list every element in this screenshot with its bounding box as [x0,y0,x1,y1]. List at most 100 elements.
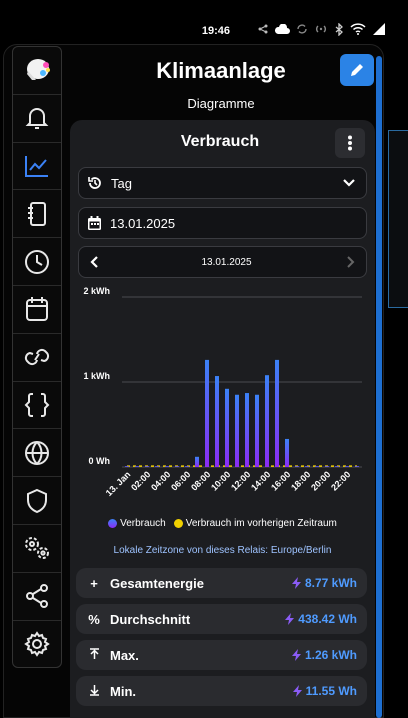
x-tick-label: 20:00 [309,469,332,492]
chevron-left-icon[interactable] [89,255,101,269]
x-tick-label: 22:00 [329,469,352,492]
bar [145,466,149,467]
bolt-icon [291,577,301,589]
page-header: Klimaanlage Diagramme [62,46,380,116]
sidebar-item-security[interactable] [13,477,61,525]
x-tick-label: 10:00 [209,469,232,492]
sidebar-item-share[interactable] [13,573,61,621]
x-tick-label: 18:00 [289,469,312,492]
consumption-chart: 2 kWh 1 kWh 0 Wh 13. Jan02:0004:0006:0008:0… [83,286,362,498]
legend-label-current: Verbrauch [120,518,166,529]
sidebar-item-schedule[interactable] [13,238,61,286]
stat-min: Min. 11.55 Wh [76,676,367,706]
bolt-icon [291,649,301,661]
sync-icon [297,24,307,34]
scrollbar[interactable] [376,56,382,718]
x-tick-label: 04:00 [149,469,172,492]
bar [155,466,159,467]
page-subtitle: Diagramme [187,96,255,111]
x-tick-label: 16:00 [269,469,292,492]
bar [265,375,269,467]
status-icons [258,22,386,36]
date-navigator: 13.01.2025 [78,246,367,278]
timezone-note: Lokale Zeitzone von dieses Relais: Europ… [113,545,332,556]
calendar-icon [88,215,101,230]
bar [335,466,339,467]
legend-item-previous[interactable]: Verbrauch im vorherigen Zeitraum [173,518,337,529]
cloud-icon [275,23,290,34]
stat-label: Max. [110,647,139,663]
sidebar [12,46,62,668]
bar [185,466,189,467]
wifi-icon [350,23,366,35]
nfc-icon [316,25,326,33]
bar [215,376,219,467]
stat-label: Gesamtenergie [110,575,204,591]
status-bar: 19:46 [0,0,408,44]
y-tick-label: 1 kWh [83,371,110,381]
sidebar-item-calendar[interactable] [13,286,61,334]
x-tick-label: 08:00 [189,469,212,492]
bar [315,466,319,467]
link-icon [24,349,50,366]
legend-dot-current [108,518,118,528]
braces-icon [24,392,50,417]
bar [175,466,179,467]
nav-date-label: 13.01.2025 [201,256,252,268]
legend-item-current[interactable]: Verbrauch [108,518,166,529]
bar [255,394,259,467]
bar [225,388,229,467]
sidebar-item-advanced-settings[interactable] [13,525,61,573]
sidebar-item-notifications[interactable] [13,95,61,143]
page-title: Klimaanlage [156,58,286,83]
arrow-up-to-line-icon [86,647,102,663]
period-value: Tag [111,175,132,191]
x-tick-label: 02:00 [129,469,152,492]
sidebar-item-device[interactable] [13,47,61,95]
lightbulb-icon [27,59,50,81]
status-time: 19:46 [201,25,230,37]
bar [245,393,249,467]
bar [285,438,289,467]
bell-icon [25,108,49,130]
period-select[interactable]: Tag [78,167,367,199]
bar [205,359,209,467]
signal-icon [373,23,385,35]
sidebar-item-charts[interactable] [13,143,61,191]
x-tick-label: 14:00 [249,469,272,492]
legend-dot-previous [173,518,183,528]
bar [325,466,329,467]
date-value: 13.01.2025 [110,215,176,231]
pencil-icon [351,64,363,76]
stat-value: 11.55 Wh [305,684,357,698]
legend-label-previous: Verbrauch im vorherigen Zeitraum [185,518,337,529]
card-title: Verbrauch [180,133,260,150]
bar [235,394,239,467]
y-tick-label: 2 kWh [83,286,110,296]
chevron-right-icon[interactable] [344,255,356,269]
sidebar-item-scripts[interactable] [13,382,61,430]
sidebar-item-log[interactable] [13,190,61,239]
shield-icon [27,488,47,513]
more-menu-button[interactable] [335,128,365,158]
bolt-icon [285,613,295,625]
sidebar-item-links[interactable] [13,334,61,382]
date-field[interactable]: 13.01.2025 [78,207,367,239]
arrow-down-to-line-icon [86,684,102,699]
x-tick-label: 06:00 [169,469,192,492]
bolt-icon [292,685,302,697]
bar [125,466,129,467]
bar [305,466,309,467]
globe-icon [25,440,49,465]
stat-label: Min. [110,683,136,699]
bar [135,466,139,467]
edit-button[interactable] [340,54,374,86]
stat-total: + Gesamtenergie 8.77 kWh [76,568,367,598]
stat-max: Max. 1.26 kWh [76,640,367,670]
sidebar-item-settings[interactable] [13,621,61,669]
gears-icon [25,537,49,560]
x-tick-label: 12:00 [229,469,252,492]
notebook-icon [28,201,46,226]
background-window-edge [388,130,408,308]
sidebar-item-network[interactable] [13,429,61,478]
